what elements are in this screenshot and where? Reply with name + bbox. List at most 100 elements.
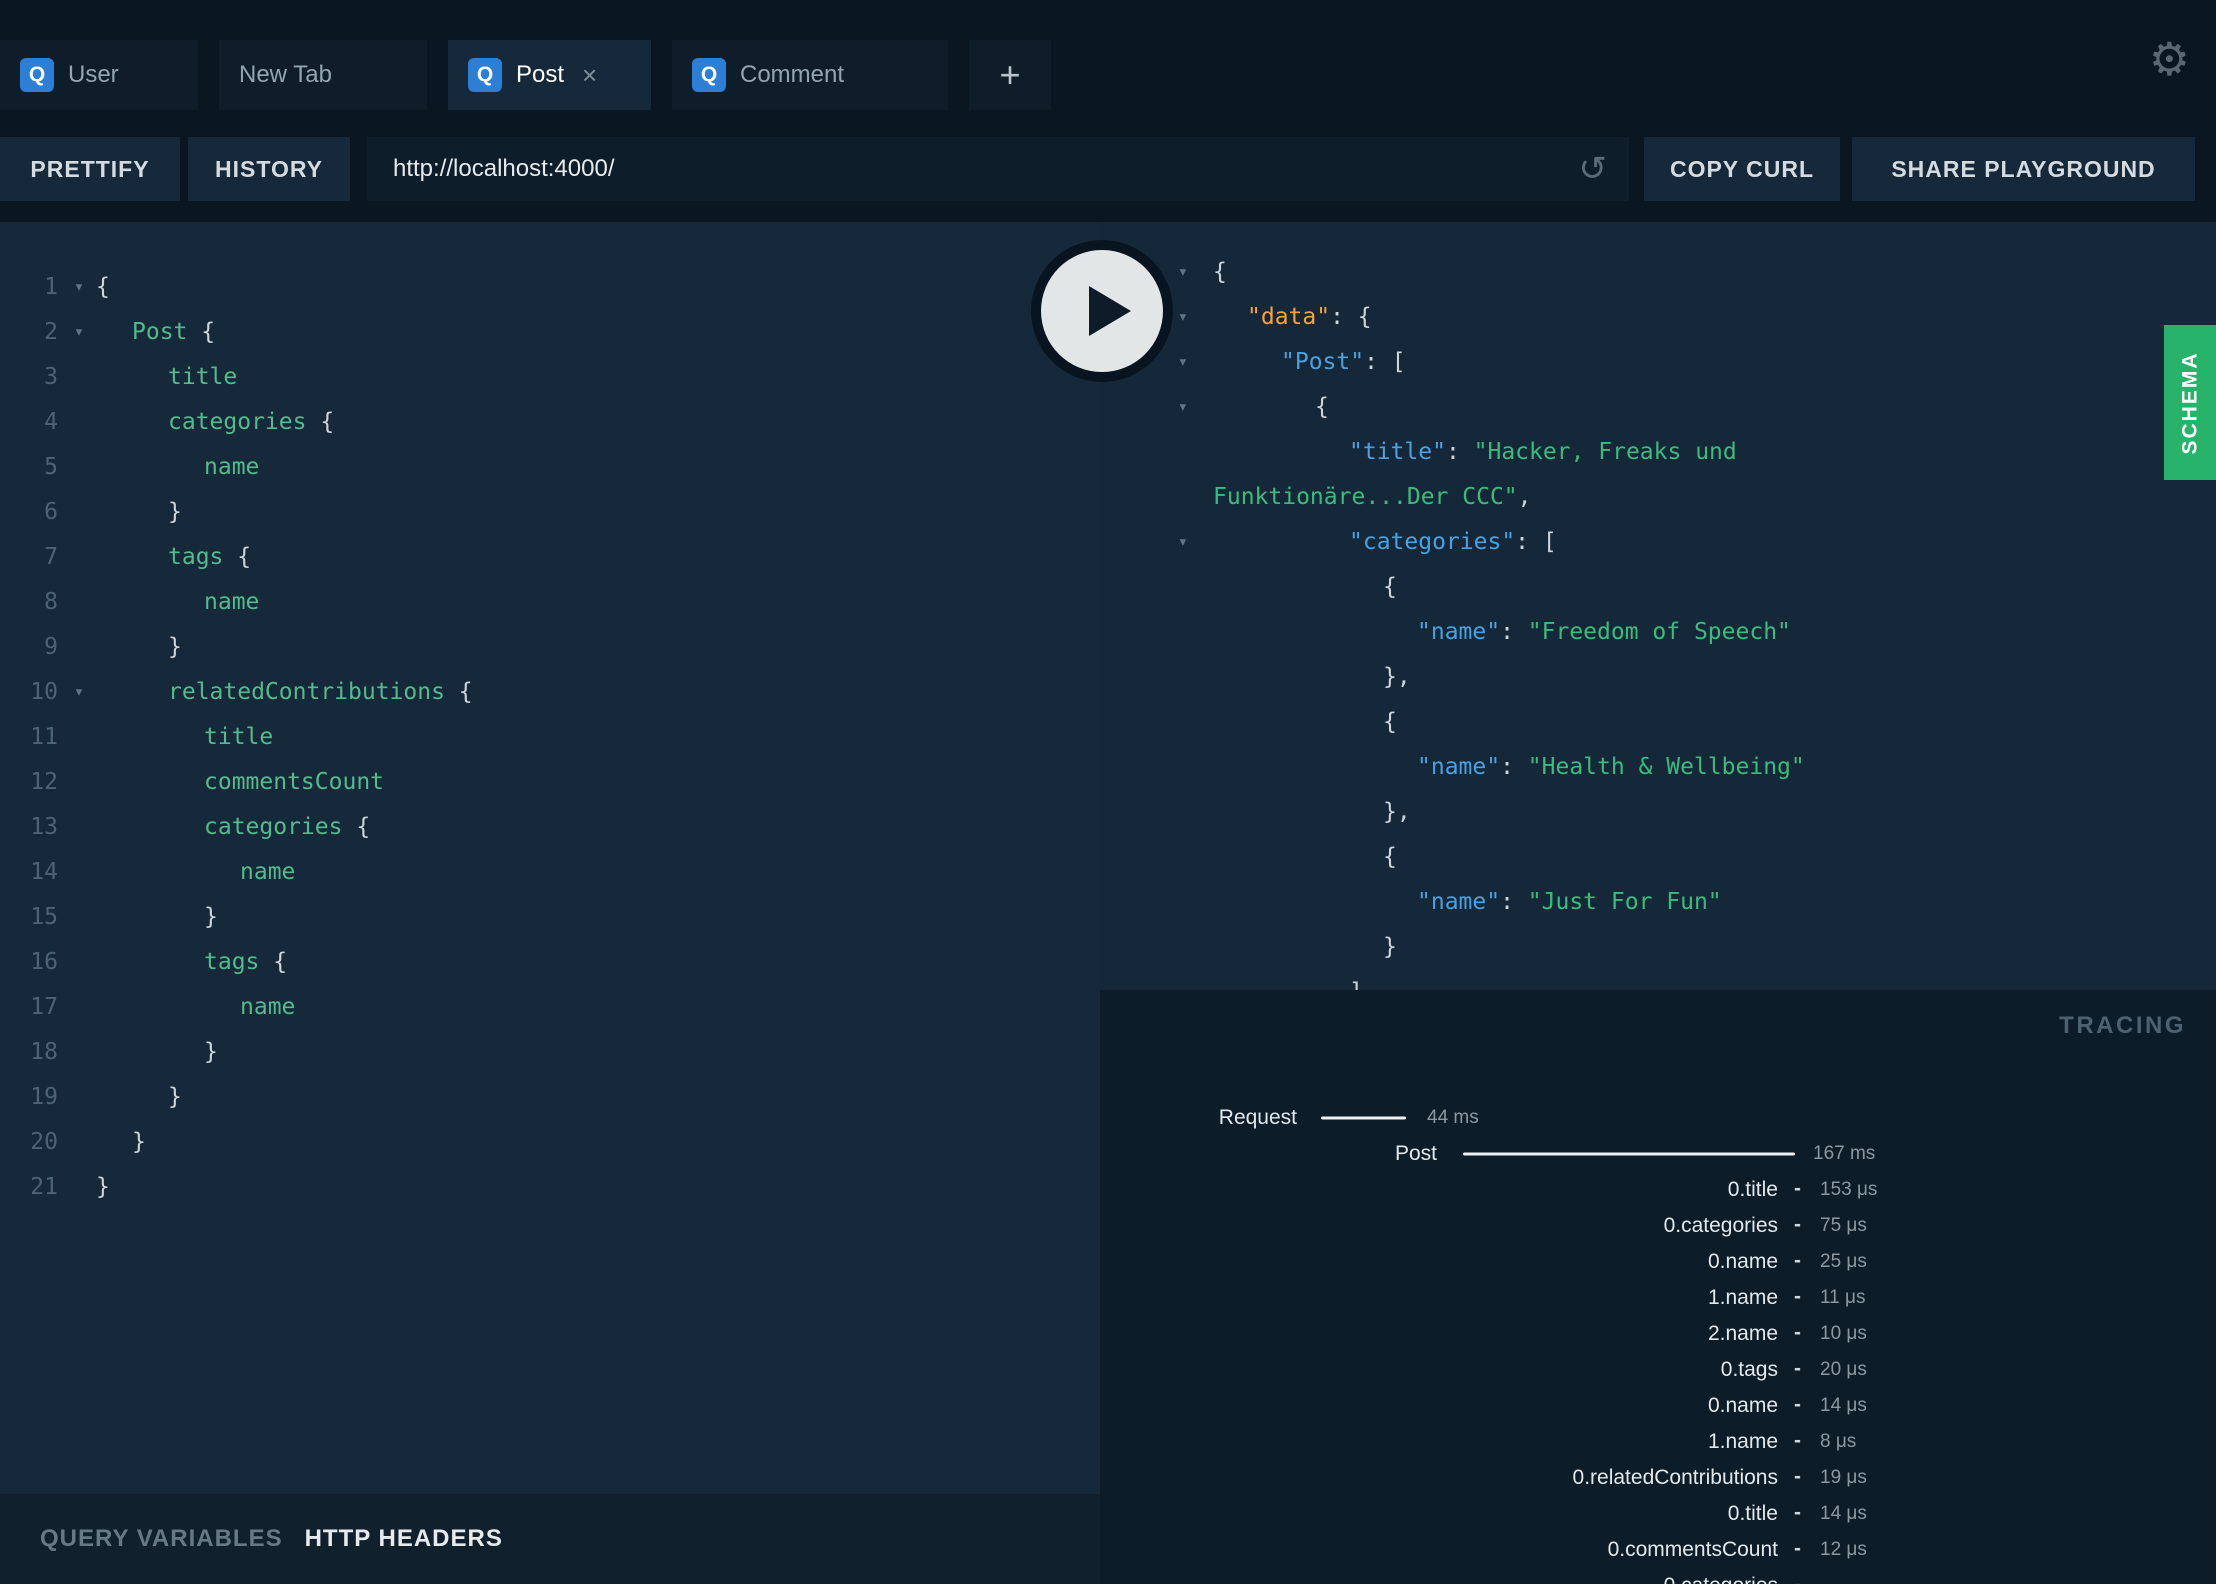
token-punct: {	[96, 274, 110, 300]
token-punct: {	[259, 949, 288, 975]
response-code: {	[1200, 835, 2216, 880]
query-line: 11 title	[0, 715, 1100, 760]
token-punct: }	[204, 904, 218, 930]
trace-dash: -	[1794, 1212, 1801, 1236]
token-punct: {	[1383, 844, 1397, 870]
token-field: relatedContributions	[168, 679, 445, 705]
query-line: 17 name	[0, 985, 1100, 1030]
response-code: {	[1200, 385, 2216, 430]
token-punct: }	[168, 1084, 182, 1110]
query-tab-icon: Q	[692, 58, 726, 92]
query-code: tags {	[96, 535, 1100, 580]
query-code: categories {	[96, 805, 1100, 850]
trace-dash: -	[1794, 1284, 1801, 1308]
tab-label: Comment	[740, 61, 845, 88]
tab-post[interactable]: Q Post ×	[448, 40, 651, 110]
trace-label: 0.categories	[1664, 1574, 1778, 1584]
token-key: "name"	[1417, 889, 1501, 915]
query-variables-tab[interactable]: QUERY VARIABLES	[40, 1525, 283, 1553]
tracing-panel[interactable]: TRACING Request 44 ms Post 167 ms 0.title -15…	[1100, 990, 2216, 1584]
trace-dash: -	[1794, 1536, 1801, 1560]
response-line: },	[1100, 655, 2216, 700]
trace-rows: Request 44 ms Post 167 ms 0.title -153 μs 0.ca…	[1100, 1100, 2216, 1584]
response-line: {	[1100, 565, 2216, 610]
token-punct: {	[342, 814, 371, 840]
line-number: 14	[30, 859, 58, 885]
response-line: "name": "Health & Wellbeing"	[1100, 745, 2216, 790]
execute-button[interactable]	[1041, 250, 1163, 372]
line-number: 9	[44, 634, 58, 660]
trace-row: 1.name -11 μs	[1100, 1280, 2216, 1316]
fold-arrow-icon[interactable]: ▾	[1100, 520, 1200, 565]
http-headers-tab[interactable]: HTTP HEADERS	[305, 1525, 503, 1553]
line-number: 13	[30, 814, 58, 840]
trace-label: 0.relatedContributions	[1572, 1466, 1778, 1489]
fold-arrow-icon[interactable]: ▾	[62, 265, 96, 310]
add-tab-button[interactable]: +	[969, 40, 1051, 110]
response-viewer: ▾{▾ "data": {▾ "Post": [▾{"title": "Hacker…	[1100, 250, 2216, 990]
close-tab-icon[interactable]: ×	[582, 62, 597, 88]
response-code: "name": "Health & Wellbeing"	[1200, 745, 2216, 790]
token-key: "title"	[1349, 439, 1446, 465]
query-editor[interactable]: 1 ▾{2 ▾ Post {3 title 4 categories {5 name 6} 7 ta…	[0, 265, 1100, 1210]
token-key: "Post"	[1281, 349, 1365, 375]
schema-tab[interactable]: SCHEMA	[2164, 325, 2216, 480]
tab-user[interactable]: Q User	[0, 40, 198, 110]
endpoint-url-box[interactable]: http://localhost:4000/ ↺	[367, 137, 1629, 201]
share-playground-button[interactable]: SHARE PLAYGROUND	[1852, 137, 2195, 201]
trace-label: Post	[1394, 1142, 1437, 1165]
token-str: "Hacker, Freaks und	[1473, 439, 1737, 465]
fold-arrow-icon[interactable]: ▾	[62, 310, 96, 355]
prettify-button[interactable]: PRETTIFY	[0, 137, 180, 201]
response-code: {	[1200, 565, 2216, 610]
token-punct: },	[1383, 799, 1411, 825]
history-button[interactable]: HISTORY	[188, 137, 350, 201]
fold-arrow-icon[interactable]: ▾	[62, 670, 96, 715]
token-field: categories	[204, 814, 343, 840]
trace-row: 0.relatedContributions -19 μs	[1100, 1460, 2216, 1496]
query-line: 21}	[0, 1165, 1100, 1210]
token-punct: :	[1500, 619, 1528, 645]
response-line: Funktionäre...Der CCC",	[1100, 475, 2216, 520]
trace-duration: 12 μs	[1820, 1539, 1867, 1560]
query-editor-pane[interactable]: 1 ▾{2 ▾ Post {3 title 4 categories {5 name 6} 7 ta…	[0, 222, 1100, 1584]
query-line: 20}	[0, 1120, 1100, 1165]
tab-comment[interactable]: Q Comment	[672, 40, 948, 110]
line-number: 18	[30, 1039, 58, 1065]
trace-duration: 14 μs	[1820, 1395, 1867, 1416]
token-str: "Just For Fun"	[1527, 889, 1722, 915]
token-punct: }	[168, 499, 182, 525]
copy-curl-button[interactable]: COPY CURL	[1644, 137, 1840, 201]
trace-label: 0.title	[1727, 1502, 1778, 1525]
trace-dash: -	[1794, 1573, 1801, 1584]
tab-new-tab[interactable]: New Tab	[219, 40, 427, 110]
trace-row: 0.tags -20 μs	[1100, 1352, 2216, 1388]
query-line: 4 categories {	[0, 400, 1100, 445]
query-code: title	[96, 715, 1100, 760]
trace-row: 1.name -8 μs	[1100, 1424, 2216, 1460]
token-punct: ]	[1349, 979, 1363, 990]
trace-duration: 11 μs	[1820, 1287, 1866, 1308]
token-field: tags	[168, 544, 224, 570]
settings-gear-icon[interactable]: ⚙	[2149, 32, 2190, 86]
trace-duration-bar	[1321, 1116, 1406, 1120]
token-punct: : [	[1515, 529, 1557, 555]
fold-arrow-icon[interactable]: ▾	[1100, 385, 1200, 430]
endpoint-url[interactable]: http://localhost:4000/	[393, 155, 614, 183]
tracing-title: TRACING	[2059, 1012, 2186, 1039]
query-code: }	[96, 490, 1100, 535]
line-number: 3	[44, 364, 58, 390]
response-code: "name": "Just For Fun"	[1200, 880, 2216, 925]
query-code: {	[96, 265, 1100, 310]
trace-row: 0.categories -75 μs	[1100, 1208, 2216, 1244]
reload-icon[interactable]: ↺	[1579, 149, 1608, 189]
